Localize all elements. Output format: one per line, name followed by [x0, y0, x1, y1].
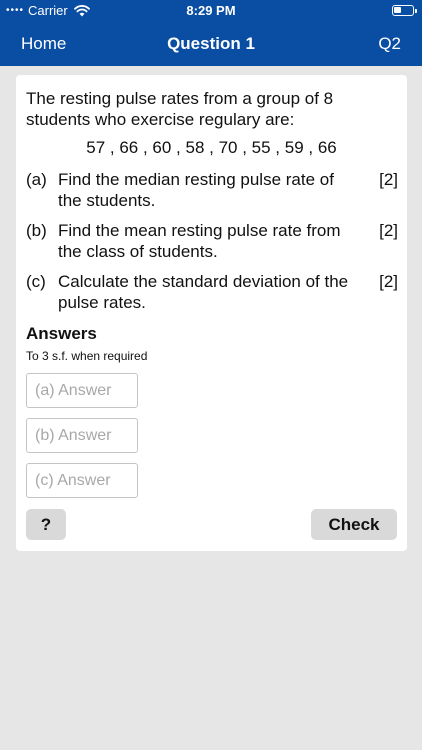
part-text: Find the median resting pulse rate of th…: [58, 170, 334, 210]
answer-c-input[interactable]: [26, 463, 138, 498]
part-marks: [2]: [379, 170, 398, 189]
part-letter: (a): [26, 170, 47, 189]
nav-bar: Home Question 1 Q2: [0, 22, 422, 66]
question-intro: The resting pulse rates from a group of …: [26, 89, 334, 129]
battery-icon: [392, 5, 417, 16]
part-marks: [2]: [379, 221, 398, 240]
page-title: Question 1: [167, 34, 255, 53]
part-marks: [2]: [379, 272, 398, 291]
status-bar: •••• Carrier 8:29 PM: [0, 0, 422, 22]
status-time: 8:29 PM: [186, 3, 236, 18]
question-part-b: (b) Find the mean resting pulse rate fro…: [26, 220, 398, 264]
question-part-a: (a) Find the median resting pulse rate o…: [26, 169, 398, 213]
part-letter: (b): [26, 221, 47, 240]
answer-a-input[interactable]: [26, 373, 138, 408]
question-data: 57 , 66 , 60 , 58 , 70 , 55 , 59 , 66: [86, 138, 337, 157]
app-header: •••• Carrier 8:29 PM Home Question 1 Q2: [0, 0, 422, 66]
help-button[interactable]: ?: [26, 509, 66, 540]
part-text: Find the mean resting pulse rate from th…: [58, 221, 341, 261]
answers-heading: Answers: [26, 324, 97, 343]
part-text: Calculate the standard deviation of the …: [58, 272, 349, 312]
question-card: The resting pulse rates from a group of …: [16, 75, 407, 551]
check-button[interactable]: Check: [311, 509, 397, 540]
answers-note: To 3 s.f. when required: [26, 349, 148, 363]
question-part-c: (c) Calculate the standard deviation of …: [26, 271, 398, 315]
answer-b-input[interactable]: [26, 418, 138, 453]
next-question-button[interactable]: Q2: [378, 34, 401, 54]
part-letter: (c): [26, 272, 46, 291]
